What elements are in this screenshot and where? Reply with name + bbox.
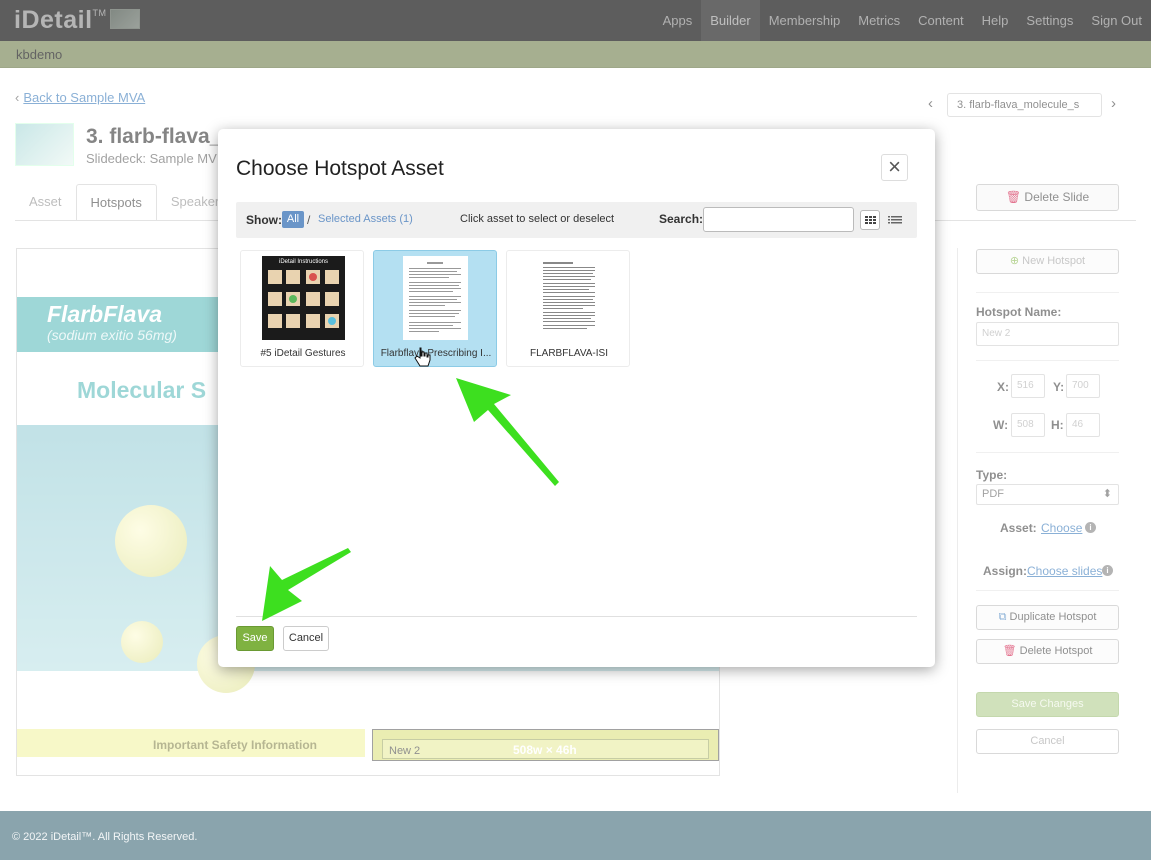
modal-footer-divider [236, 616, 917, 617]
asset-thumbnail [403, 256, 468, 340]
selection-hint: Click asset to select or deselect [460, 213, 615, 225]
asset-name: Flarbflava Prescribing I... [380, 348, 492, 359]
show-label: Show: [246, 213, 282, 227]
asset-tile-selected[interactable]: Flarbflava Prescribing I... [373, 250, 497, 367]
asset-thumbnail [539, 256, 599, 340]
backdrop-header-dim [0, 0, 1151, 68]
filter-separator: / [307, 213, 311, 227]
asset-name: #5 iDetail Gestures [260, 348, 346, 359]
filter-selected-link[interactable]: Selected Assets (1) [318, 213, 413, 225]
asset-filter-toolbar: Show: All / Selected Assets (1) Click as… [236, 202, 917, 238]
search-input[interactable] [703, 207, 854, 232]
choose-asset-modal: Choose Hotspot Asset × Show: All / Selec… [218, 129, 935, 667]
modal-title: Choose Hotspot Asset [236, 157, 444, 180]
search-label: Search: [659, 212, 704, 226]
asset-thumbnail: iDetail Instructions [262, 256, 345, 340]
save-button[interactable]: Save [236, 626, 274, 651]
close-icon[interactable]: × [881, 154, 908, 181]
asset-tile[interactable]: iDetail Instructions #5 iDetail Gestures [240, 250, 364, 367]
asset-tile[interactable]: FLARBFLAVA-ISI [506, 250, 630, 367]
filter-all-button[interactable]: All [282, 211, 304, 228]
grid-view-icon[interactable] [860, 210, 880, 230]
asset-name: FLARBFLAVA-ISI [530, 348, 608, 359]
list-view-icon[interactable] [885, 210, 905, 230]
cancel-button[interactable]: Cancel [283, 626, 329, 651]
